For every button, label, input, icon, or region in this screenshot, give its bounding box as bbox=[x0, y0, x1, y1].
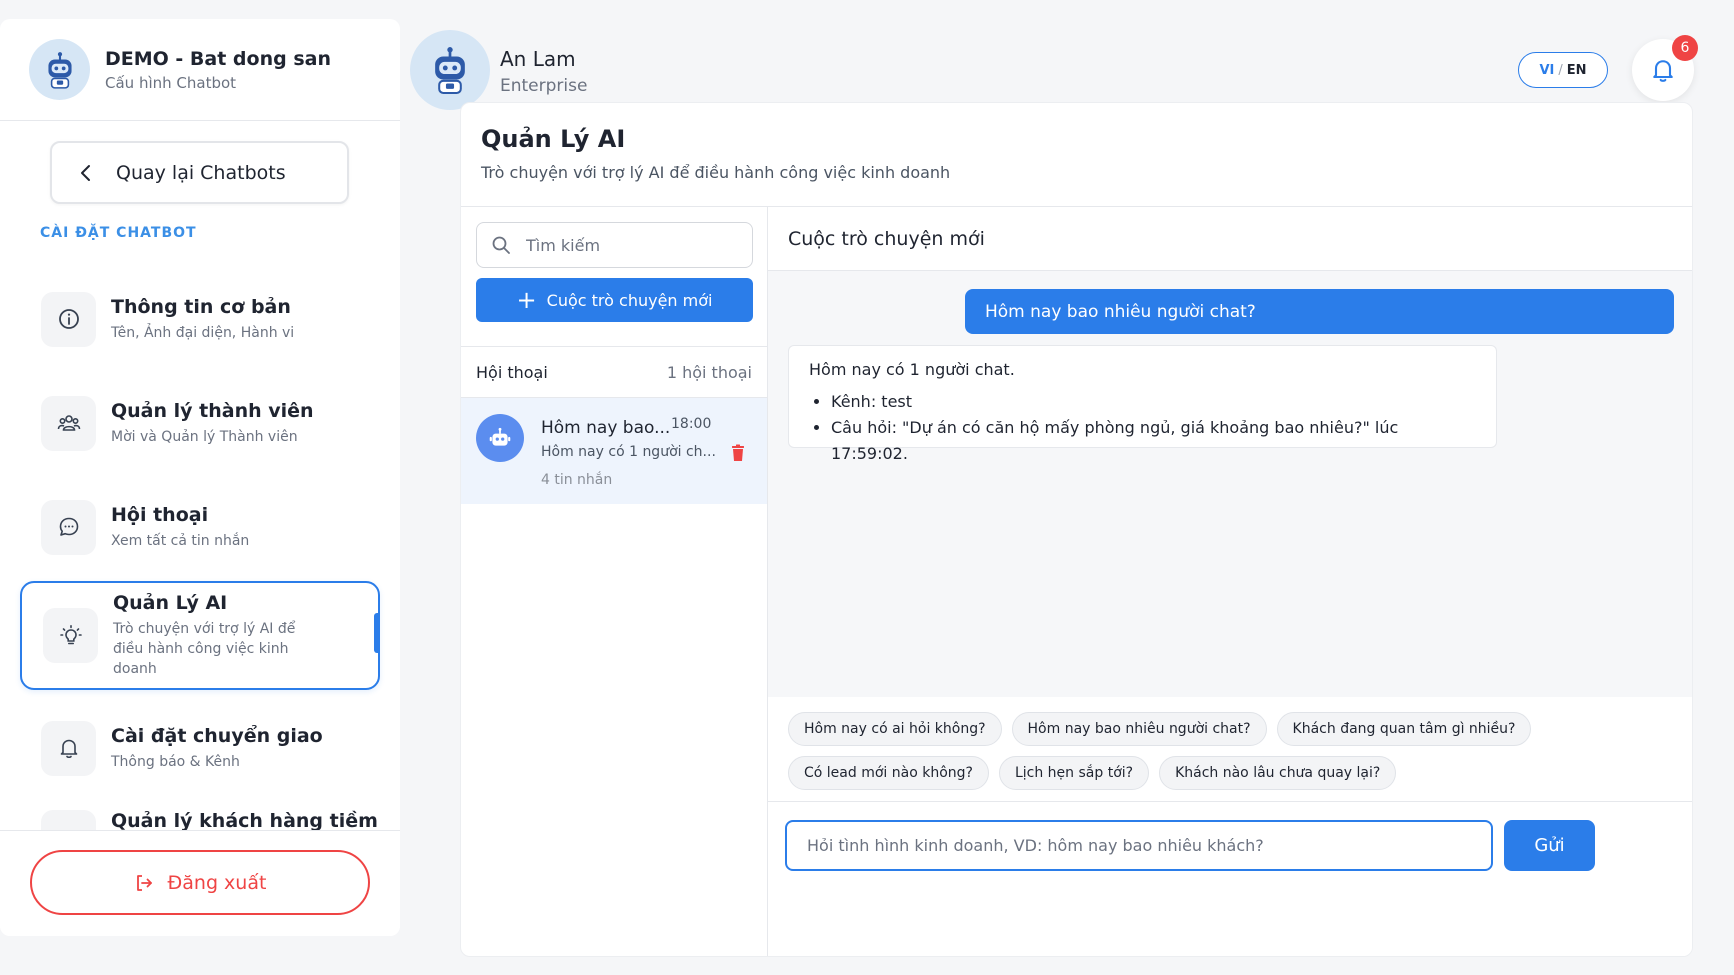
menu-item-desc: Xem tất cả tin nhắn bbox=[111, 532, 250, 549]
menu-item-handover-settings[interactable]: Cài đặt chuyển giao Thông báo & Kênh bbox=[20, 696, 380, 800]
bell-icon bbox=[1653, 60, 1673, 82]
lang-other[interactable]: EN bbox=[1567, 63, 1587, 78]
bot-message-bullet: Câu hỏi: "Dự án có căn hộ mấy phòng ngủ,… bbox=[831, 415, 1476, 467]
main-panel: Quản Lý AI Trò chuyện với trợ lý AI để đ… bbox=[460, 102, 1693, 957]
menu-item-title: Thông tin cơ bản bbox=[111, 295, 291, 318]
bot-avatar bbox=[476, 414, 524, 462]
menu-item-basic-info[interactable]: Thông tin cơ bản Tên, Ảnh đại diện, Hành… bbox=[20, 267, 380, 371]
page-subtitle: Trò chuyện với trợ lý AI để điều hành cô… bbox=[481, 163, 951, 182]
bell-icon bbox=[60, 739, 77, 759]
lang-active[interactable]: VI bbox=[1539, 63, 1554, 78]
chatbot-subtitle: Cấu hình Chatbot bbox=[105, 73, 237, 92]
chatbot-name: DEMO - Bat dong san bbox=[105, 47, 331, 70]
chatbot-avatar bbox=[29, 39, 90, 100]
suggestion-chip[interactable]: Khách đang quan tâm gì nhiều? bbox=[1276, 712, 1532, 746]
menu-item-title: Quản Lý AI bbox=[113, 592, 228, 614]
page-header: Quản Lý AI Trò chuyện với trợ lý AI để đ… bbox=[461, 103, 1692, 207]
logout-button[interactable]: Đăng xuất bbox=[30, 850, 370, 915]
robot-icon bbox=[47, 51, 72, 89]
conversation-snippet: Hôm nay có 1 người ch... bbox=[541, 444, 716, 460]
conversation-time: 18:00 bbox=[671, 416, 712, 432]
search-icon bbox=[492, 236, 510, 254]
logout-icon bbox=[136, 874, 152, 891]
menu-item-desc: Tên, Ảnh đại diện, Hành vi bbox=[111, 324, 295, 341]
menu-item-conversations[interactable]: Hội thoại Xem tất cả tin nhắn bbox=[20, 475, 380, 579]
suggestion-chip[interactable]: Khách nào lâu chưa quay lại? bbox=[1159, 756, 1397, 790]
section-label: CÀI ĐẶT CHATBOT bbox=[40, 225, 197, 241]
user-name: An Lam bbox=[500, 47, 576, 71]
lang-separator: / bbox=[1558, 62, 1563, 78]
bot-message-intro: Hôm nay có 1 người chat. bbox=[809, 360, 1015, 379]
robot-icon bbox=[435, 47, 465, 94]
send-button[interactable]: Gửi bbox=[1504, 820, 1595, 871]
suggestion-chips: Hôm nay có ai hỏi không? Hôm nay bao nhi… bbox=[768, 697, 1692, 802]
conversation-item[interactable]: Hôm nay bao... 18:00 Hôm nay có 1 người … bbox=[461, 398, 767, 504]
logout-label: Đăng xuất bbox=[167, 871, 267, 894]
lightbulb-icon bbox=[59, 624, 82, 644]
plus-icon: + bbox=[516, 286, 537, 314]
bot-icon bbox=[489, 427, 511, 446]
menu-item-desc: Mời và Quản lý Thành viên bbox=[111, 428, 298, 445]
menu-item-desc: Thông báo & Kênh bbox=[111, 753, 240, 770]
chat-panel: Cuộc trò chuyện mới Hôm nay bao nhiêu ng… bbox=[768, 207, 1692, 956]
menu-item-title: Cài đặt chuyển giao bbox=[111, 724, 323, 747]
chevron-left-icon bbox=[81, 164, 90, 181]
new-conversation-label: Cuộc trò chuyện mới bbox=[546, 290, 713, 310]
notification-badge: 6 bbox=[1672, 35, 1698, 61]
suggestion-chip[interactable]: Hôm nay có ai hỏi không? bbox=[788, 712, 1002, 746]
conversation-list-panel: + Cuộc trò chuyện mới Hội thoại 1 hội th… bbox=[461, 207, 768, 956]
user-message: Hôm nay bao nhiêu người chat? bbox=[965, 289, 1674, 334]
menu-item-title: Quản lý khách hàng tiềm bbox=[111, 810, 378, 832]
sidebar-header: DEMO - Bat dong san Cấu hình Chatbot bbox=[0, 19, 400, 121]
chat-bubble-icon bbox=[59, 517, 78, 536]
chat-title: Cuộc trò chuyện mới bbox=[768, 207, 1692, 271]
suggestion-chip[interactable]: Lịch hẹn sắp tới? bbox=[998, 756, 1150, 790]
conversation-message-count: 4 tin nhắn bbox=[541, 472, 613, 488]
conversation-list-title: Hội thoại bbox=[476, 362, 548, 382]
menu-item-title: Quản lý thành viên bbox=[111, 399, 314, 422]
back-to-chatbots-button[interactable]: Quay lại Chatbots bbox=[50, 141, 349, 204]
search-box[interactable] bbox=[476, 222, 753, 268]
menu-item-desc: Trò chuyện với trợ lý AI để điều hành cô… bbox=[113, 621, 296, 677]
new-conversation-button[interactable]: + Cuộc trò chuyện mới bbox=[476, 278, 753, 322]
chat-input[interactable] bbox=[785, 820, 1493, 871]
search-input[interactable] bbox=[526, 235, 746, 255]
bot-message: Hôm nay có 1 người chat. Kênh: test Câu … bbox=[788, 345, 1497, 463]
menu-item-title: Hội thoại bbox=[111, 503, 209, 526]
info-icon bbox=[58, 309, 79, 329]
trash-icon[interactable] bbox=[728, 443, 748, 463]
menu-item-ai-manager[interactable]: Quản Lý AI Trò chuyện với trợ lý AI để đ… bbox=[20, 581, 380, 690]
language-switcher[interactable]: VI / EN bbox=[1518, 52, 1608, 88]
suggestion-chip[interactable]: Hôm nay bao nhiêu người chat? bbox=[1011, 712, 1267, 746]
chat-input-area: Gửi bbox=[768, 802, 1692, 956]
page-title: Quản Lý AI bbox=[481, 125, 626, 153]
suggestion-chip[interactable]: Có lead mới nào không? bbox=[788, 756, 989, 790]
users-icon bbox=[57, 415, 80, 431]
conversation-list-header: Hội thoại 1 hội thoại bbox=[461, 346, 767, 398]
active-indicator bbox=[374, 613, 380, 653]
bot-message-bullet: Kênh: test bbox=[831, 389, 1476, 415]
message-list: Hôm nay bao nhiêu người chat? Hôm nay có… bbox=[768, 271, 1692, 697]
back-button-label: Quay lại Chatbots bbox=[116, 161, 286, 184]
sidebar: DEMO - Bat dong san Cấu hình Chatbot Qua… bbox=[0, 19, 400, 936]
conversation-title: Hôm nay bao... bbox=[541, 418, 671, 438]
user-avatar[interactable] bbox=[410, 30, 490, 110]
bot-message-list: Kênh: test Câu hỏi: "Dự án có căn hộ mấy… bbox=[809, 389, 1476, 467]
sidebar-footer: Đăng xuất bbox=[0, 830, 400, 936]
user-plan: Enterprise bbox=[500, 76, 588, 96]
settings-menu: Thông tin cơ bản Tên, Ảnh đại diện, Hành… bbox=[20, 267, 380, 860]
menu-item-members[interactable]: Quản lý thành viên Mời và Quản lý Thành … bbox=[20, 371, 380, 475]
conversation-count: 1 hội thoại bbox=[666, 362, 752, 382]
